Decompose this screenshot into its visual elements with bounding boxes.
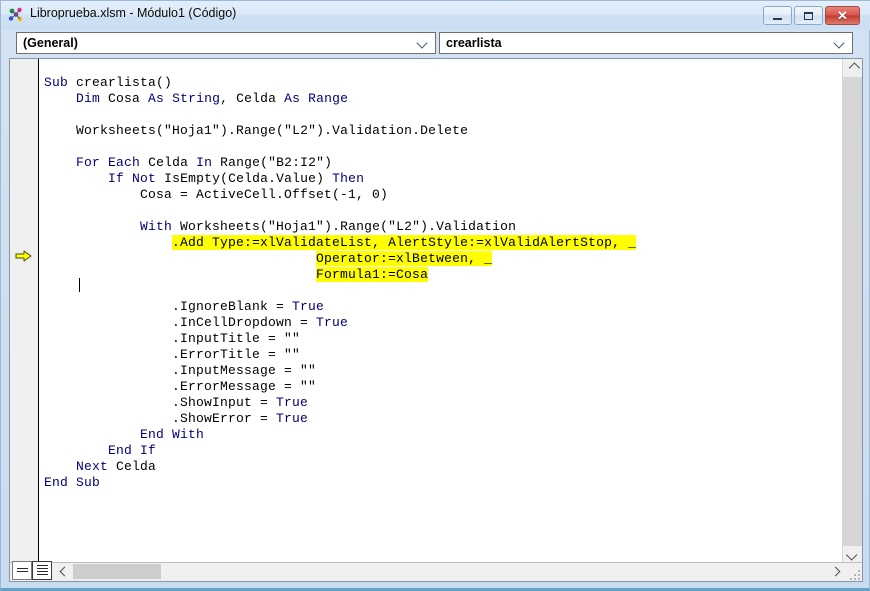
chevron-up-icon bbox=[848, 62, 860, 74]
minimize-icon bbox=[764, 7, 791, 24]
code-pane: Sub crearlista() Dim Cosa As String, Cel… bbox=[9, 58, 863, 582]
vba-source-code: Sub crearlista() Dim Cosa As String, Cel… bbox=[44, 75, 637, 490]
chevron-down-icon bbox=[418, 39, 428, 46]
scroll-up-button[interactable] bbox=[843, 59, 862, 77]
procedure-view-icon bbox=[16, 567, 28, 574]
vertical-scroll-track[interactable] bbox=[843, 77, 862, 546]
bookmark-arrow-icon bbox=[15, 249, 33, 263]
close-button[interactable]: ✕ bbox=[825, 6, 860, 25]
minimize-button[interactable] bbox=[763, 6, 792, 25]
vertical-scrollbar[interactable] bbox=[842, 59, 862, 564]
procedure-dropdown[interactable]: crearlista bbox=[439, 32, 853, 54]
close-icon: ✕ bbox=[837, 8, 848, 23]
vba-editor-window: Libroprueba.xlsm - Módulo1 (Código) ✕ (G… bbox=[0, 0, 870, 591]
scroll-left-button[interactable] bbox=[56, 563, 73, 580]
full-module-view-icon bbox=[36, 564, 48, 577]
horizontal-scroll-track[interactable] bbox=[73, 563, 827, 580]
code-pane-dropdown-bar: (General) crearlista bbox=[1, 30, 870, 57]
chevron-left-icon bbox=[59, 566, 70, 577]
text-caret bbox=[79, 278, 80, 292]
horizontal-scroll-thumb[interactable] bbox=[73, 564, 161, 579]
restore-icon bbox=[795, 7, 822, 24]
scroll-right-button[interactable] bbox=[827, 563, 844, 580]
procedure-dropdown-value: crearlista bbox=[446, 36, 502, 50]
code-text-area[interactable]: Sub crearlista() Dim Cosa As String, Cel… bbox=[39, 59, 844, 564]
chevron-down-icon bbox=[845, 549, 857, 561]
full-module-view-button[interactable] bbox=[32, 561, 52, 580]
object-dropdown[interactable]: (General) bbox=[16, 32, 436, 54]
restore-button[interactable] bbox=[794, 6, 823, 25]
horizontal-scrollbar-row bbox=[10, 561, 862, 581]
procedure-view-button[interactable] bbox=[12, 561, 32, 580]
object-dropdown-value: (General) bbox=[23, 36, 78, 50]
chevron-right-icon bbox=[830, 566, 841, 577]
indicator-margin[interactable] bbox=[10, 59, 39, 564]
vba-module-icon bbox=[8, 7, 25, 24]
title-bar[interactable]: Libroprueba.xlsm - Módulo1 (Código) ✕ bbox=[1, 1, 870, 30]
window-title: Libroprueba.xlsm - Módulo1 (Código) bbox=[30, 6, 237, 20]
chevron-down-icon bbox=[835, 39, 845, 46]
resize-grip[interactable] bbox=[847, 567, 860, 580]
